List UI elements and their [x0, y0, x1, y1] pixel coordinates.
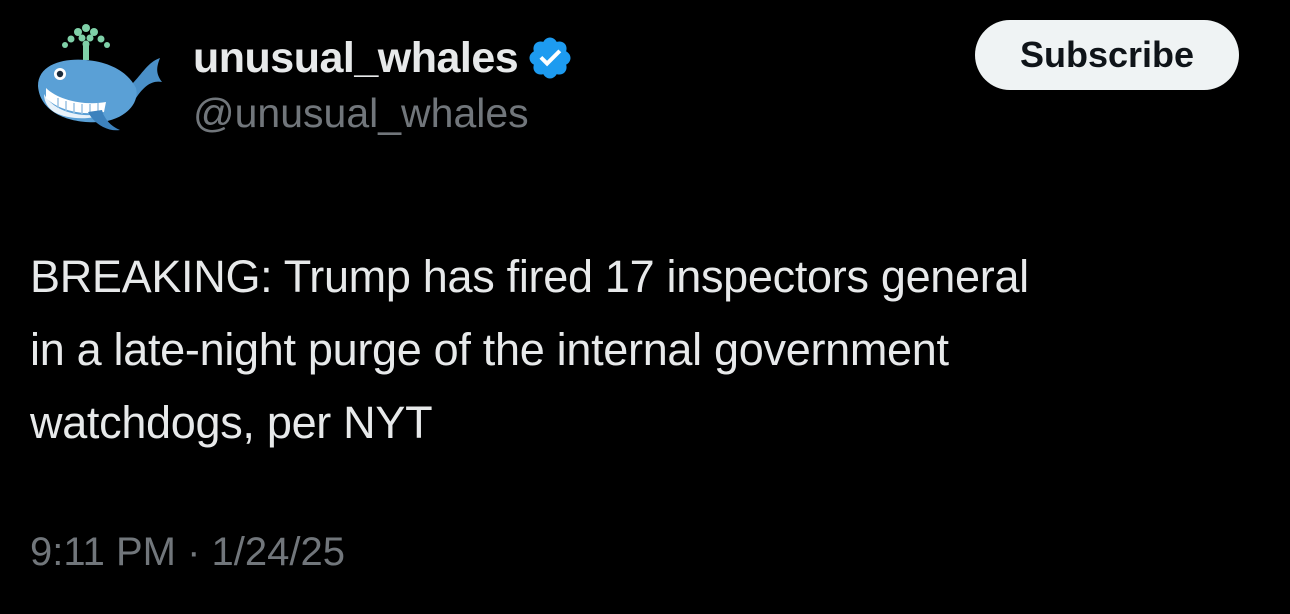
- author-handle[interactable]: @unusual_whales: [193, 90, 529, 137]
- verified-badge-icon: [526, 34, 574, 82]
- whale-icon: [24, 14, 166, 144]
- subscribe-button[interactable]: Subscribe: [975, 20, 1239, 90]
- author-display-name[interactable]: unusual_whales: [193, 34, 519, 83]
- tweet-text: BREAKING: Trump has fired 17 inspectors …: [30, 251, 1029, 448]
- avatar[interactable]: [24, 14, 166, 144]
- tweet-card: unusual_whales @unusual_whales Subscribe…: [0, 0, 1290, 614]
- tweet-timestamp[interactable]: 9:11 PM · 1/24/25: [30, 530, 345, 575]
- author-name-row: unusual_whales: [193, 28, 574, 88]
